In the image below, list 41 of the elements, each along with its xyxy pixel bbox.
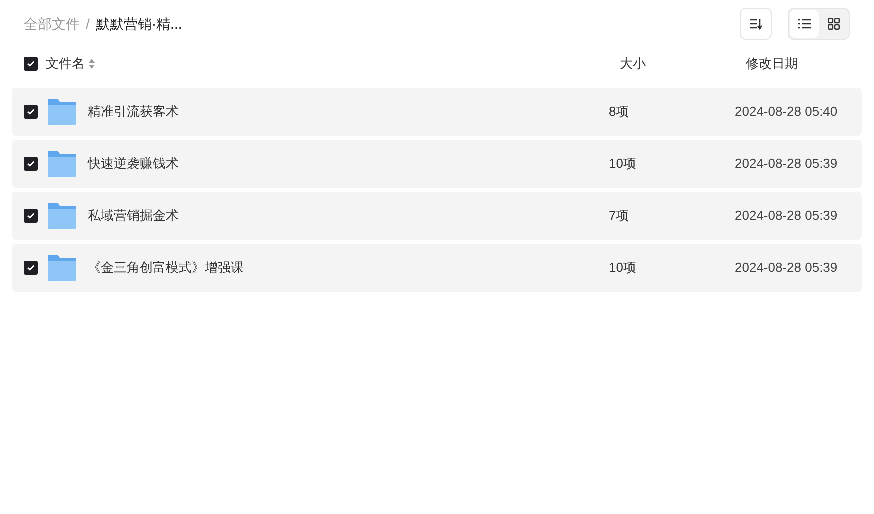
breadcrumb-item[interactable]: 默默营销·精...: [96, 14, 182, 34]
column-header: 修改日期: [746, 55, 798, 74]
checkmark-icon: [27, 160, 35, 168]
folder-icon: [47, 98, 77, 126]
grid-icon: [828, 18, 840, 30]
checkbox[interactable]: [24, 105, 38, 119]
file-name: 《金三角创富模式》增强课: [88, 259, 245, 278]
file-row[interactable]: 《金三角创富模式》增强课 10项 2024-08-28 05:39: [12, 244, 862, 292]
checkbox[interactable]: [24, 261, 38, 275]
breadcrumb-separator: /: [86, 14, 90, 34]
file-row[interactable]: 精准引流获客术 8项 2024-08-28 05:40: [12, 88, 862, 136]
modified-date: 2024-08-28 05:39: [735, 259, 838, 278]
checkbox[interactable]: [24, 157, 38, 171]
column-header[interactable]: 文件名: [46, 54, 85, 74]
checkmark-icon: [27, 264, 35, 272]
file-size: 10项: [609, 155, 638, 174]
folder-icon: [47, 202, 77, 230]
checkbox[interactable]: [24, 57, 38, 71]
folder-icon: [47, 150, 77, 178]
folder-icon: [47, 254, 77, 282]
file-name: 私域营销掘金术: [88, 207, 180, 226]
sort-icon: [749, 18, 763, 30]
column-header: 大小: [620, 55, 647, 74]
file-name: 精准引流获客术: [88, 103, 180, 122]
file-row[interactable]: 快速逆袭赚钱术 10项 2024-08-28 05:39: [12, 140, 862, 188]
sort-button[interactable]: [740, 8, 772, 40]
list-view-button[interactable]: [790, 10, 819, 38]
sort-arrows-icon: [89, 59, 95, 69]
modified-date: 2024-08-28 05:39: [735, 155, 838, 174]
modified-date: 2024-08-28 05:40: [735, 103, 838, 122]
modified-date: 2024-08-28 05:39: [735, 207, 838, 226]
file-size: 10项: [609, 259, 638, 278]
checkmark-icon: [27, 212, 35, 220]
file-row[interactable]: 私域营销掘金术 7项 2024-08-28 05:39: [12, 192, 862, 240]
checkbox[interactable]: [24, 209, 38, 223]
file-name: 快速逆袭赚钱术: [88, 155, 180, 174]
list-icon: [798, 19, 811, 29]
file-size: 7项: [609, 207, 630, 226]
file-size: 8项: [609, 103, 630, 122]
checkmark-icon: [27, 60, 35, 68]
checkmark-icon: [27, 108, 35, 116]
